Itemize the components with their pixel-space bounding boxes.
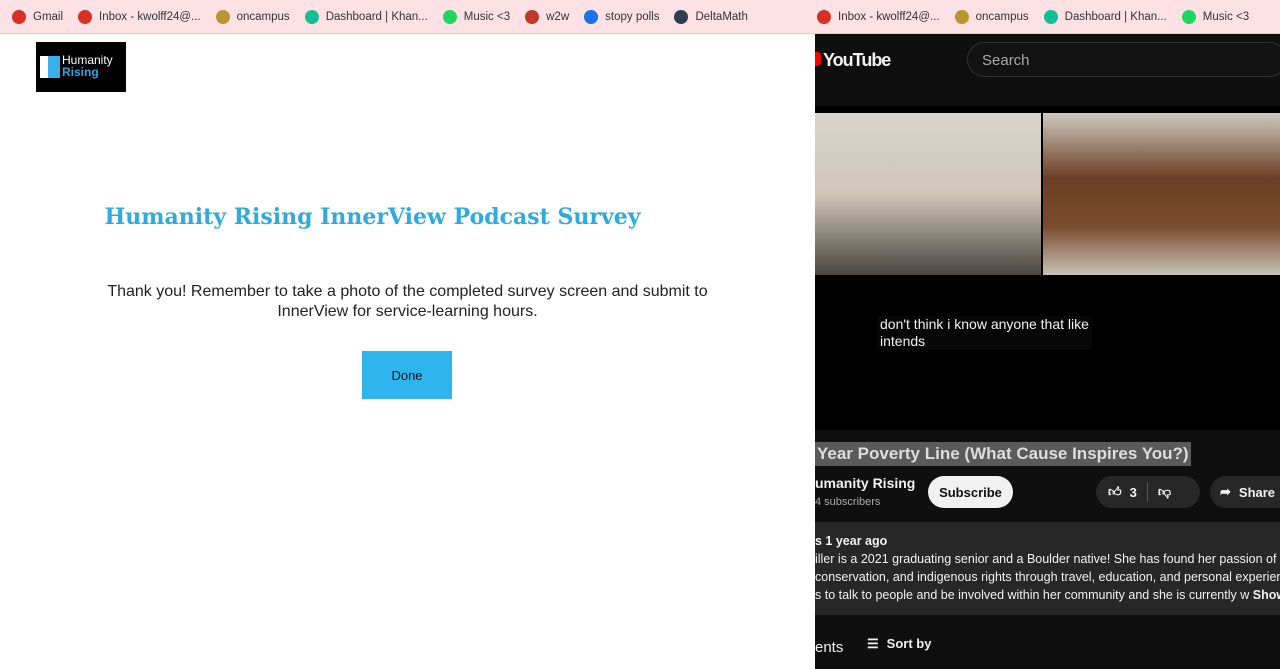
sort-by-button[interactable]: ☰ Sort by [867, 636, 931, 652]
share-icon: ➦ [1220, 484, 1231, 499]
bookmarks-bar: Gmail Inbox - kwolff24@... oncampus Dashboa… [0, 0, 815, 34]
description-line: conservation, and indigenous rights thro… [815, 570, 1280, 584]
bookmark-inbox-kwolff24-[interactable]: Inbox - kwolff24@... [78, 9, 201, 24]
bookmark-label: Inbox - kwolff24@... [99, 10, 201, 23]
bookmark-deltamath[interactable]: DeltaMath [674, 9, 748, 24]
logo-text: Rising [62, 65, 99, 79]
share-label: Share [1238, 484, 1276, 500]
bookmark-label: Music <3 [463, 10, 511, 23]
comments-heading: ents [815, 639, 844, 656]
bookmarks-bar-right: Inbox - kwolff24@... oncampus Dashboard | … [815, 0, 1280, 34]
subscribe-button[interactable]: Subscribe [928, 476, 1013, 508]
caption-line: intends [880, 333, 926, 349]
thank-you-message: Thank you! Remember to take a photo of t… [107, 283, 708, 320]
description-box[interactable]: s 1 year ago iller is a 2021 graduating … [815, 522, 1280, 615]
gmail-icon [12, 9, 26, 24]
like-count: 3 [1129, 484, 1137, 500]
sort-icon: ☰ [867, 636, 879, 651]
bookmark-label: Inbox - kwolff24@... [838, 10, 940, 23]
polls-icon [584, 9, 599, 24]
like-dislike-group[interactable]: 👍︎ 3 👎︎ [1096, 476, 1200, 508]
bookmark-inbox-kwolff24-[interactable]: Inbox - kwolff24@... [817, 9, 940, 24]
thumbs-up-icon[interactable]: 👍︎ [1108, 484, 1122, 500]
deltamath-icon [674, 9, 689, 24]
seal-icon [215, 9, 230, 24]
channel-name[interactable]: umanity Rising [815, 475, 915, 491]
khan-academy-icon [304, 9, 319, 24]
description-line: s to talk to people and be involved with… [815, 588, 1250, 602]
youtube-logo[interactable]: YouTube [815, 50, 891, 71]
bookmark-music-3[interactable]: Music <3 [442, 9, 511, 24]
bookmark-label: Music <3 [1202, 10, 1250, 23]
caption-line: don't think i know anyone that like [880, 316, 1089, 332]
video-title: Year Poverty Line (What Cause Inspires Y… [815, 442, 1191, 466]
description-meta: s 1 year ago [815, 534, 888, 548]
share-button[interactable]: ➦ Share [1210, 476, 1280, 508]
bookmark-label: oncampus [975, 10, 1029, 23]
show-more-link[interactable]: Show [1253, 588, 1280, 602]
bookmark-w2w[interactable]: w2w [525, 9, 570, 24]
bookmark-dashboard-khan-[interactable]: Dashboard | Khan... [304, 9, 428, 24]
bookmark-dashboard-khan-[interactable]: Dashboard | Khan... [1043, 9, 1167, 24]
spotify-icon [1181, 9, 1196, 24]
bookmark-label: DeltaMath [695, 10, 748, 23]
bookmark-stopy-polls[interactable]: stopy polls [584, 9, 660, 24]
thumbs-down-icon[interactable]: 👎︎ [1158, 484, 1171, 500]
seal-icon [954, 9, 969, 24]
bookmark-oncampus[interactable]: oncampus [215, 9, 290, 24]
bookmark-label: Gmail [33, 10, 64, 23]
page-title: Humanity Rising InnerView Podcast Survey [104, 204, 641, 230]
search-input[interactable]: Search [967, 42, 1280, 77]
bookmark-music-3[interactable]: Music <3 [1181, 9, 1250, 24]
done-button[interactable]: Done [362, 351, 452, 399]
spotify-icon [442, 9, 457, 24]
bookmark-label: Dashboard | Khan... [325, 10, 428, 23]
caption: don't think i know anyone that like inten… [877, 316, 1092, 350]
survey-window: Humanity Rising Humanity Rising InnerView… [0, 34, 815, 669]
bookmark-gmail[interactable]: Gmail [12, 9, 64, 24]
video-frame-right [1043, 113, 1280, 275]
sort-label: Sort by [886, 636, 932, 651]
description-line: iller is a 2021 graduating senior and a … [815, 552, 1277, 566]
w-icon [525, 9, 540, 24]
bookmark-oncampus[interactable]: oncampus [954, 9, 1029, 24]
bookmark-label: oncampus [236, 10, 290, 23]
subscriber-count: 4 subscribers [815, 496, 881, 508]
youtube-window: YouTube Search don't think i know anyone… [815, 34, 1280, 669]
bookmark-label: stopy polls [605, 10, 660, 23]
gmail-icon [78, 9, 93, 24]
humanity-rising-logo: Humanity Rising [36, 42, 126, 92]
video-frame-left [815, 113, 1041, 275]
gmail-icon [817, 9, 831, 24]
khan-academy-icon [1043, 9, 1058, 24]
bookmark-label: w2w [546, 10, 570, 23]
bookmark-label: Dashboard | Khan... [1064, 10, 1167, 23]
